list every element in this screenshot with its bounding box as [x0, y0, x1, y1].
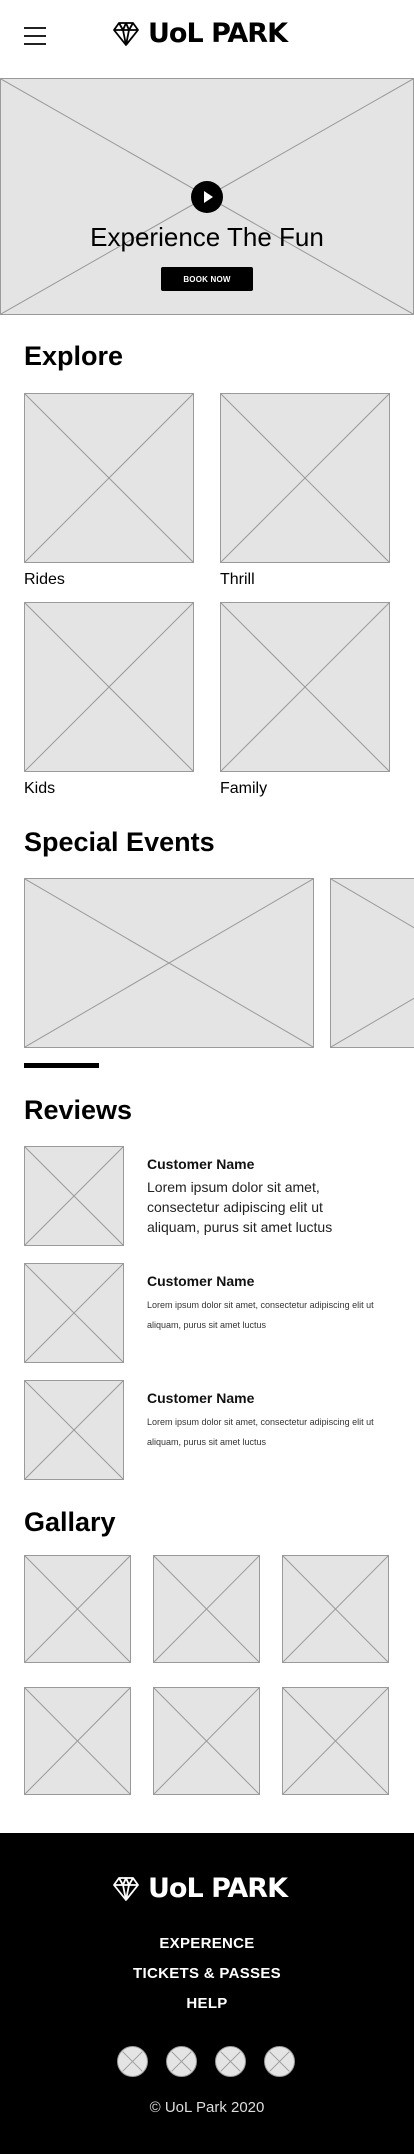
explore-card-image[interactable]: [220, 393, 390, 563]
social-icon[interactable]: [117, 2046, 148, 2077]
explore-card-image[interactable]: [24, 602, 194, 772]
gallery-image[interactable]: [153, 1555, 260, 1663]
gallery-image[interactable]: [282, 1555, 389, 1663]
review-customer-name: Customer Name: [147, 1156, 255, 1172]
social-icon[interactable]: [264, 2046, 295, 2077]
review-customer-name: Customer Name: [147, 1390, 255, 1406]
gallery-image[interactable]: [24, 1555, 131, 1663]
social-icon[interactable]: [215, 2046, 246, 2077]
review-customer-name: Customer Name: [147, 1273, 255, 1289]
header-logo[interactable]: UoL PARK: [112, 18, 288, 49]
explore-card-label[interactable]: Family: [220, 780, 267, 798]
explore-card-image[interactable]: [220, 602, 390, 772]
review-text: Lorem ipsum dolor sit amet, consectetur …: [147, 1417, 374, 1447]
carousel-indicator[interactable]: [24, 1063, 99, 1068]
social-icon[interactable]: [166, 2046, 197, 2077]
special-events-title: Special Events: [24, 827, 215, 857]
explore-card-image[interactable]: [24, 393, 194, 563]
gallery-title: Gallary: [24, 1507, 116, 1537]
explore-card-label[interactable]: Thrill: [220, 571, 255, 589]
diamond-icon: [113, 1876, 139, 1901]
footer-logo[interactable]: UoL PARK: [112, 1873, 288, 1904]
review-avatar: [24, 1146, 124, 1246]
footer-brand-name: UoL PARK: [148, 1873, 288, 1904]
brand-name: UoL PARK: [148, 18, 288, 49]
explore-card-label[interactable]: Kids: [24, 780, 55, 798]
footer-link-experence[interactable]: EXPERENCE: [0, 1935, 414, 1952]
review-text: Lorem ipsum dolor sit amet, consectetur …: [147, 1300, 374, 1330]
event-card-image[interactable]: [24, 878, 314, 1048]
footer-link-tickets[interactable]: TICKETS & PASSES: [0, 1965, 414, 1982]
review-avatar: [24, 1263, 124, 1363]
explore-card-label[interactable]: Rides: [24, 571, 65, 589]
gallery-image[interactable]: [282, 1687, 389, 1795]
gallery-image[interactable]: [24, 1687, 131, 1795]
gallery-image[interactable]: [153, 1687, 260, 1795]
explore-title: Explore: [24, 341, 124, 371]
footer-link-help[interactable]: HELP: [0, 1995, 414, 2012]
book-now-button[interactable]: BOOK NOW: [161, 267, 253, 291]
hero-title: Experience The Fun: [90, 222, 324, 252]
play-icon[interactable]: [191, 181, 223, 213]
reviews-title: Reviews: [24, 1095, 133, 1125]
hamburger-menu-icon[interactable]: [24, 25, 46, 47]
event-card-image[interactable]: [330, 878, 414, 1048]
review-text: Lorem ipsum dolor sit amet, consectetur …: [147, 1179, 333, 1235]
review-avatar: [24, 1380, 124, 1480]
copyright: © UoL Park 2020: [149, 2099, 265, 2116]
diamond-icon: [113, 21, 139, 46]
